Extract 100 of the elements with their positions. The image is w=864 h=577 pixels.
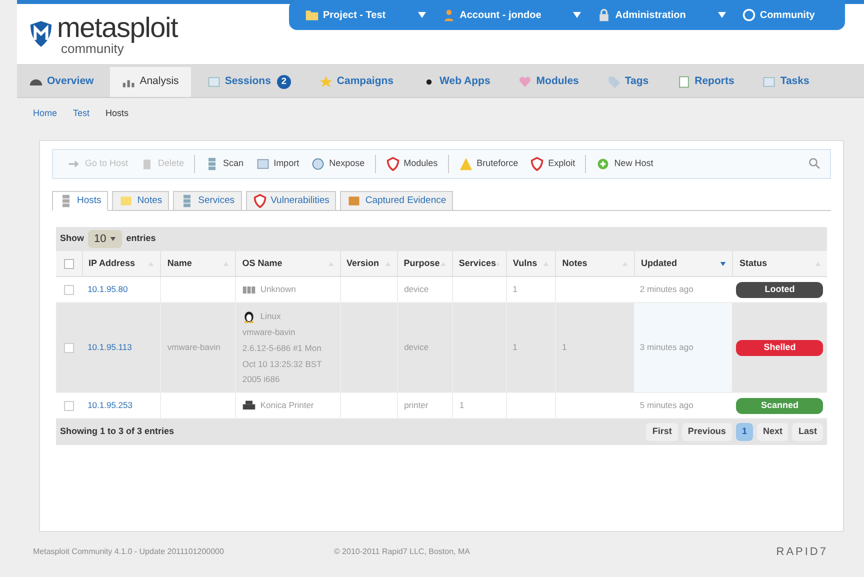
pagination-button[interactable]: Next (756, 423, 788, 441)
nav-tab[interactable]: Tasks (750, 67, 822, 97)
brand-logo: RAPID7 (776, 544, 828, 560)
entries-label: entries (126, 232, 156, 246)
nav-tab[interactable]: Analysis (110, 67, 191, 97)
plus-icon (596, 157, 610, 171)
box-icon (347, 194, 362, 208)
sub-tab[interactable]: Services (173, 191, 242, 211)
logo-edition: community (61, 42, 124, 54)
pagination-button[interactable]: Previous (682, 423, 732, 441)
copyright-text: © 2010-2011 Rapid7 LLC, Boston, MA (334, 546, 470, 558)
toolbar-button[interactable]: Import (250, 157, 306, 171)
checkbox[interactable] (64, 400, 74, 410)
document-icon (676, 75, 691, 89)
table-row[interactable]: 10.1.95.253 Konica Printer printer 1 5 minutes ago Scanned (56, 393, 827, 419)
version-text: Metasploit Community 4.1.0 - Update 2011101200000 (33, 546, 224, 558)
os-name: Linux (260, 310, 281, 322)
top-menu-item[interactable]: Administration (597, 8, 686, 22)
count-badge: 2 (276, 75, 291, 89)
dropdown-caret-icon[interactable] (418, 12, 426, 18)
logo-wordmark: metasploit (57, 14, 178, 42)
folder-icon (305, 8, 319, 22)
nav-tab[interactable]: Campaigns (306, 67, 406, 97)
os-detail: Oct 10 13:25:32 BST (242, 358, 323, 370)
os-name: Unknown (260, 283, 296, 296)
window-icon (206, 75, 221, 89)
breadcrumb-link[interactable]: Home (33, 107, 58, 121)
dropdown-caret-icon[interactable] (573, 12, 582, 18)
shield-logo-icon (29, 20, 53, 48)
nav-tab[interactable]: Modules (506, 67, 591, 97)
show-label: Show (60, 232, 84, 246)
checkbox[interactable] (64, 284, 74, 294)
checkbox[interactable] (64, 258, 74, 268)
sub-tab[interactable]: Notes (112, 191, 170, 211)
toolbar-button[interactable]: Modules (380, 157, 444, 171)
checkbox[interactable] (64, 342, 74, 352)
ip-link[interactable]: 10.1.95.253 (88, 399, 132, 412)
breadcrumb-link[interactable]: Test (73, 107, 90, 121)
star-icon (318, 75, 333, 89)
import-icon (256, 157, 270, 171)
nav-tab[interactable]: Web Apps (410, 67, 502, 97)
column-header[interactable]: Purpose (396, 251, 452, 276)
column-header[interactable]: Version (340, 251, 397, 276)
help-icon (742, 8, 756, 22)
nav-tab[interactable]: Overview (17, 67, 106, 97)
ip-link[interactable]: 10.1.95.113 (88, 341, 132, 354)
os-detail: 2005 i686 (242, 373, 281, 386)
updated-time: 2 minutes ago (640, 283, 694, 296)
column-header[interactable]: Status (732, 251, 827, 276)
os-detail: vmware-bavin (242, 326, 296, 339)
sub-tab[interactable]: Captured Evidence (340, 191, 454, 211)
column-header[interactable]: IP Address (82, 251, 160, 276)
toolbar-button[interactable]: Exploit (524, 157, 582, 171)
toolbar-button[interactable]: Nexpose (305, 157, 371, 171)
nav-tab[interactable]: Reports (664, 67, 746, 97)
page-size-select[interactable]: 10 (88, 230, 122, 248)
toolbar-button[interactable]: Bruteforce (452, 157, 524, 171)
pagination-button[interactable]: First (646, 423, 678, 441)
updated-time: 5 minutes ago (640, 399, 694, 412)
status-pill: Looted (736, 282, 823, 298)
column-header[interactable]: Services (452, 251, 506, 276)
printer-icon (242, 398, 256, 412)
pagination-button[interactable]: 1 (736, 423, 753, 441)
top-menu-item[interactable]: Account - jondoe (442, 8, 542, 22)
top-menu-item[interactable]: Community (742, 8, 815, 22)
column-header[interactable]: Updated (634, 251, 732, 276)
dropdown-caret-icon[interactable] (718, 12, 726, 18)
globe-icon (311, 157, 326, 171)
nav-tab[interactable]: Tags (594, 67, 661, 97)
table-cell: 1 (562, 341, 567, 354)
table-cell: 1 (512, 341, 518, 354)
table-cell: 1 (512, 283, 518, 296)
os-detail: 2.6.12-5-686 #1 Mon (242, 342, 322, 354)
toolbar-button[interactable]: Scan (199, 157, 250, 171)
table-row[interactable]: 10.1.95.113 vmware-bavin Linux vmware-bavin 2.6.12-5-686 #1 Mon Oct 10 13:25:32 BST 2005 i686 device 1 1 3 minutes ago Shelled (56, 303, 827, 393)
top-menu-item[interactable]: Project - Test (305, 8, 386, 22)
toolbar-button[interactable]: New Host (590, 157, 660, 171)
sort-icon[interactable] (720, 262, 726, 266)
shield-icon (252, 194, 267, 208)
table-cell: device (404, 283, 429, 296)
ip-link[interactable]: 10.1.95.80 (88, 283, 128, 296)
sub-tab[interactable]: Hosts (52, 191, 108, 211)
tag-icon (606, 75, 621, 89)
column-header[interactable]: Notes (555, 251, 634, 276)
window-icon (762, 75, 776, 89)
table-cell: device (404, 341, 429, 354)
sub-tab[interactable]: Vulnerabilities (246, 191, 336, 211)
column-header[interactable]: Vulns (506, 251, 556, 276)
shield-icon (386, 157, 400, 171)
pagination-button[interactable]: Last (792, 423, 823, 441)
column-header[interactable]: OS Name (235, 251, 340, 276)
warning-icon (458, 157, 473, 171)
nav-tab[interactable]: Sessions 2 (194, 67, 303, 97)
caret-icon[interactable] (110, 237, 116, 241)
table-row[interactable]: 10.1.95.80 Unknown device 1 2 minutes ago Looted (56, 277, 827, 303)
heart-icon (518, 75, 532, 89)
column-header[interactable]: Name (160, 251, 236, 276)
table-info: Showing 1 to 3 of 3 entries (60, 425, 174, 438)
search-icon (808, 157, 822, 171)
penguin-icon (242, 309, 256, 323)
